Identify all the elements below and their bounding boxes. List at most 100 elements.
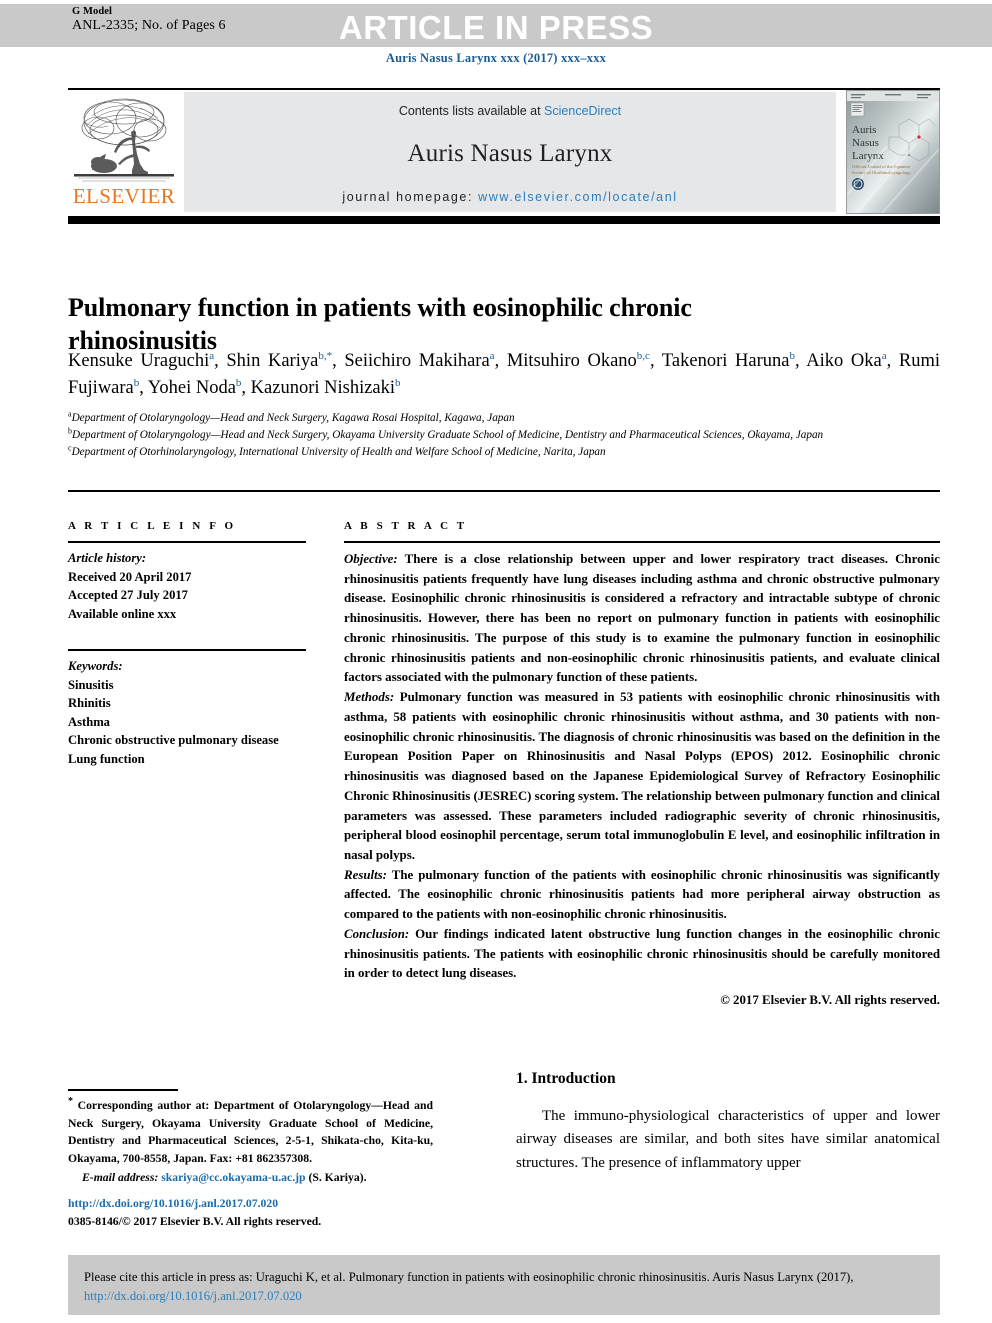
abstract-section-text: There is a close relationship between up… xyxy=(344,552,940,685)
corresponding-author-footnote: * Corresponding author at: Department of… xyxy=(68,1097,433,1187)
svg-text:Auris: Auris xyxy=(852,124,876,136)
elsevier-logo: ELSEVIER xyxy=(68,92,180,212)
elsevier-wordmark: ELSEVIER xyxy=(72,184,176,208)
contents-lists-prefix: Contents lists available at xyxy=(398,104,545,118)
introduction-paragraph: The immuno-physiological characteristics… xyxy=(516,1108,940,1171)
cite-doi-link[interactable]: http://dx.doi.org/10.1016/j.anl.2017.07.… xyxy=(84,1289,302,1303)
abstract-body: Objective: There is a close relationship… xyxy=(344,550,940,984)
journal-masthead: ELSEVIER Contents lists available at Sci… xyxy=(68,90,940,214)
abstract-section: A B S T R A C T Objective: There is a cl… xyxy=(344,520,940,1008)
cite-this-article-text: Please cite this article in press as: Ur… xyxy=(84,1268,924,1306)
author-affiliation-marker: b,c xyxy=(636,349,650,362)
affiliation-item: aDepartment of Otolaryngology—Head and N… xyxy=(68,410,940,427)
contents-lists-line: Contents lists available at ScienceDirec… xyxy=(184,104,836,118)
keywords-label: Keywords: xyxy=(68,659,123,673)
article-history-item: Received 20 April 2017 xyxy=(68,569,192,584)
journal-homepage-link[interactable]: www.elsevier.com/locate/anl xyxy=(478,190,678,204)
affiliation-item: cDepartment of Otorhinolaryngology, Inte… xyxy=(68,444,940,461)
abstract-section-text: Pulmonary function was measured in 53 pa… xyxy=(344,690,940,863)
abstract-section-label: Methods: xyxy=(344,690,395,705)
author-name: Mitsuhiro Okano xyxy=(506,351,637,371)
affiliation-item: bDepartment of Otolaryngology—Head and N… xyxy=(68,427,940,444)
article-history-items: Received 20 April 2017 Accepted 27 July 2… xyxy=(68,568,306,624)
footnote-rule xyxy=(68,1089,178,1091)
author-affiliation-marker: a xyxy=(489,349,495,362)
g-model-label: G Model xyxy=(72,6,113,17)
introduction-section: 1. Introduction The immuno-physiological… xyxy=(516,1070,940,1175)
journal-homepage-prefix: journal homepage: xyxy=(342,190,479,204)
keywords-block: Keywords: Sinusitis Rhinitis Asthma Chronic… xyxy=(68,657,306,768)
manuscript-id: ANL-2335; No. of Pages 6 xyxy=(72,17,226,33)
email-link[interactable]: skariya@cc.okayama-u.ac.jp xyxy=(161,1171,305,1184)
article-info-section: A R T I C L E I N F O Article history: R… xyxy=(68,520,306,768)
author-name: Kensuke Uraguchi xyxy=(68,351,210,371)
svg-text:Official Journal of the Japane: Official Journal of the Japanese xyxy=(852,164,910,169)
article-info-heading: A R T I C L E I N F O xyxy=(68,520,237,532)
journal-citation-line: Auris Nasus Larynx xxx (2017) xxx–xxx xyxy=(385,51,607,65)
keyword-item: Lung function xyxy=(68,751,145,766)
keyword-item: Asthma xyxy=(68,714,110,729)
keyword-item: Sinusitis xyxy=(68,677,114,692)
svg-text:Nasus: Nasus xyxy=(852,137,879,149)
author-affiliation-marker: b xyxy=(789,349,795,362)
article-history-item: Accepted 27 July 2017 xyxy=(68,588,188,602)
masthead-grey-panel: Contents lists available at ScienceDirec… xyxy=(184,92,836,212)
author-affiliation-marker: a xyxy=(209,349,215,362)
abstract-copyright: © 2017 Elsevier B.V. All rights reserved… xyxy=(720,993,940,1008)
cite-this-article-box: Please cite this article in press as: Ur… xyxy=(68,1255,940,1315)
author-affiliation-marker: b xyxy=(235,376,242,389)
abstract-paragraph: Conclusion: Our findings indicated laten… xyxy=(344,925,940,984)
article-history-item: Available online xxx xyxy=(68,606,177,621)
abstract-heading: A B S T R A C T xyxy=(344,520,468,532)
info-abstract-top-rule xyxy=(68,490,940,492)
journal-title: Auris Nasus Larynx xyxy=(407,140,613,167)
author-name: Aiko Oka xyxy=(806,351,882,371)
keyword-item: Chronic obstructive pulmonary disease xyxy=(68,733,279,747)
affiliation-text: Department of Otolaryngology—Head and Ne… xyxy=(72,429,824,442)
author-affiliation-marker: b xyxy=(133,376,140,389)
email-suffix: (S. Kariya). xyxy=(305,1171,367,1185)
journal-homepage-line: journal homepage: www.elsevier.com/locat… xyxy=(184,190,836,204)
article-history-block: Article history: Received 20 April 2017 A… xyxy=(68,549,306,623)
abstract-section-label: Conclusion: xyxy=(344,926,410,941)
doi-link[interactable]: http://dx.doi.org/10.1016/j.anl.2017.07.… xyxy=(68,1195,433,1213)
svg-text:Society of Otorhinolaryngology: Society of Otorhinolaryngology xyxy=(852,170,911,175)
abstract-section-label: Results: xyxy=(344,867,387,882)
keyword-item: Rhinitis xyxy=(68,696,111,710)
corresponding-author-text: Corresponding author at: Department of O… xyxy=(68,1099,433,1165)
cite-prefix: Please cite this article in press as: Ur… xyxy=(84,1270,854,1284)
abstract-section-text: The pulmonary function of the patients w… xyxy=(344,867,940,922)
keywords-rule xyxy=(68,649,306,651)
masthead-bottom-bar xyxy=(68,216,940,224)
manuscript-id-block: G Model ANL-2335; No. of Pages 6 xyxy=(72,6,226,33)
affiliation-list: aDepartment of Otolaryngology—Head and N… xyxy=(68,410,940,461)
introduction-heading: 1. Introduction xyxy=(516,1070,616,1087)
abstract-paragraph: Methods: Pulmonary function was measured… xyxy=(344,688,940,866)
issn-copyright-line: 0385-8146/© 2017 Elsevier B.V. All right… xyxy=(68,1215,322,1229)
author-name: Seiichiro Makihara xyxy=(344,351,490,371)
paper-page: ARTICLE IN PRESS G Model ANL-2335; No. o… xyxy=(0,0,992,1323)
email-label: E-mail address: xyxy=(82,1171,159,1185)
author-affiliation-marker: b,* xyxy=(318,349,333,362)
affiliation-text: Department of Otolaryngology—Head and Ne… xyxy=(71,412,515,424)
abstract-section-text: Our findings indicated latent obstructiv… xyxy=(344,926,940,981)
author-name: Takenori Haruna xyxy=(661,351,790,371)
abstract-paragraph: Objective: There is a close relationship… xyxy=(344,550,940,688)
article-history-label: Article history: xyxy=(68,551,147,565)
affiliation-text: Department of Otorhinolaryngology, Inter… xyxy=(71,446,606,459)
elsevier-tree-logo-icon xyxy=(74,96,174,184)
author-affiliation-marker: b xyxy=(395,376,401,389)
keyword-items: Sinusitis Rhinitis Asthma Chronic obstructi… xyxy=(68,676,306,769)
abstract-rule xyxy=(344,541,940,543)
abstract-paragraph: Results: The pulmonary function of the p… xyxy=(344,866,940,925)
author-list: Kensuke Uraguchia, Shin Kariyab,*, Seiic… xyxy=(68,349,941,398)
email-line: E-mail address: skariya@cc.okayama-u.ac.… xyxy=(68,1169,433,1187)
journal-cover-thumbnail-icon: Auris Nasus Larynx Official Journal of t… xyxy=(846,90,940,214)
author-affiliation-marker: a xyxy=(881,349,887,362)
author-name: Yohei Noda xyxy=(147,378,236,398)
author-name: Kazunori Nishizaki xyxy=(250,378,396,398)
abstract-section-label: Objective: xyxy=(344,552,398,566)
sciencedirect-link[interactable]: ScienceDirect xyxy=(544,104,621,118)
doi-and-issn-block: http://dx.doi.org/10.1016/j.anl.2017.07.… xyxy=(68,1195,433,1231)
author-name: Shin Kariya xyxy=(226,351,319,371)
